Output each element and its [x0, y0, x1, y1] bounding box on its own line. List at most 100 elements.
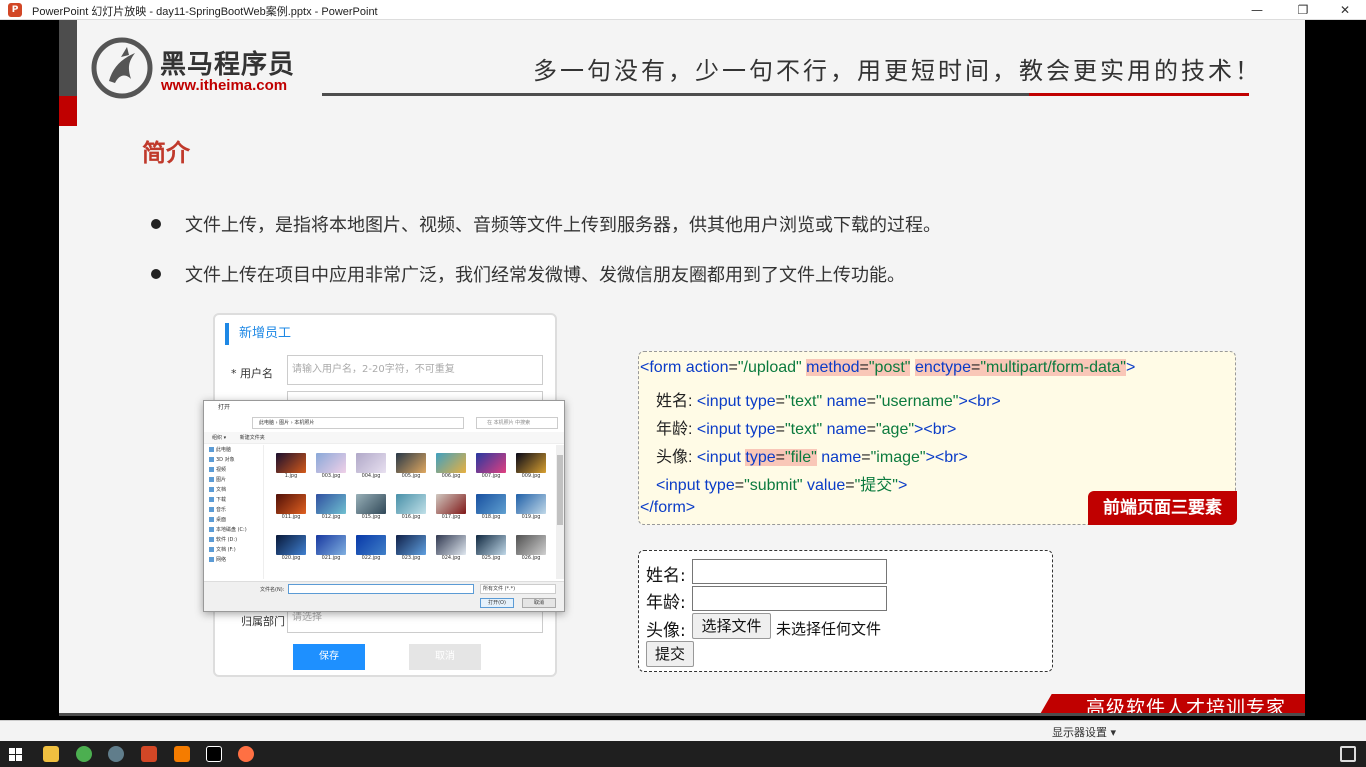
code-line-5: <input type="submit" value="提交">	[656, 471, 907, 495]
image-preview	[396, 494, 426, 514]
file-name: 026.jpg	[521, 555, 541, 561]
app-icon[interactable]	[174, 746, 190, 762]
code-token: >	[1125, 359, 1136, 376]
windows-start-icon[interactable]	[9, 748, 22, 761]
slogan: 多一句没有，少一句不行，用更短时间，教会更实用的技术！	[533, 57, 1262, 85]
form-heading: 新增员工	[225, 323, 291, 345]
chrome-icon[interactable]	[76, 746, 92, 762]
file-name: 021.jpg	[321, 555, 341, 561]
organize-menu[interactable]: 组织 ▾	[212, 435, 226, 441]
submit-button[interactable]: 提交	[646, 641, 694, 667]
code-token: ><br>	[914, 421, 957, 438]
app-icon[interactable]	[238, 746, 254, 762]
file-name: 006.jpg	[441, 473, 461, 479]
image-preview	[356, 494, 386, 514]
dialog-sidebar-item[interactable]: 音乐	[204, 505, 263, 515]
file-thumbnail[interactable]: 023.jpg	[396, 535, 428, 563]
name-label: 姓名:	[646, 566, 686, 586]
code-token: =	[775, 421, 785, 438]
file-thumbnail[interactable]: 011.jpg	[276, 494, 308, 522]
code-token: <input	[696, 393, 746, 410]
code-token: =	[859, 359, 869, 376]
dialog-sidebar-item[interactable]: 此电脑	[204, 445, 263, 455]
file-explorer-icon[interactable]	[43, 746, 59, 762]
code-line-4: 头像: <input type="file" name="image"><br>	[656, 443, 968, 467]
file-thumbnail[interactable]: 026.jpg	[516, 535, 548, 563]
code-token-highlight: "file"	[784, 449, 817, 466]
filetype-select[interactable]: 所有文件 (*.*)	[480, 584, 556, 594]
file-thumbnail[interactable]: 020.jpg	[276, 535, 308, 563]
age-input[interactable]	[692, 586, 887, 611]
itheima-logo-icon	[91, 37, 153, 99]
powerpoint-taskbar-icon[interactable]	[141, 746, 157, 762]
dialog-sidebar-item[interactable]: 文档 (F:)	[204, 545, 263, 555]
code-token: =	[775, 449, 785, 466]
code-token: ><br>	[958, 393, 1001, 410]
file-thumbnail[interactable]: 017.jpg	[436, 494, 468, 522]
image-preview	[436, 453, 466, 473]
choose-file-button[interactable]: 选择文件	[692, 613, 771, 639]
file-name: 012.jpg	[321, 514, 341, 520]
code-token: 年龄:	[656, 421, 697, 438]
intellij-icon[interactable]	[206, 746, 222, 762]
file-thumbnail[interactable]: 016.jpg	[396, 494, 428, 522]
dialog-address-bar[interactable]: 此电脑 › 图片 › 本机照片	[252, 417, 464, 429]
filename-input[interactable]	[288, 584, 474, 594]
username-input[interactable]: 请输入用户名，2-20字符，不可重复	[287, 355, 543, 385]
close-button[interactable]: ✕	[1330, 2, 1360, 18]
dialog-sidebar-item[interactable]: 文档	[204, 485, 263, 495]
file-thumbnail[interactable]: 021.jpg	[316, 535, 348, 563]
file-thumbnail[interactable]: 018.jpg	[476, 494, 508, 522]
dialog-sidebar-item[interactable]: 3D 对象	[204, 455, 263, 465]
file-thumbnail[interactable]: 005.jpg	[396, 453, 428, 481]
file-thumbnail[interactable]: 012.jpg	[316, 494, 348, 522]
file-name: 003.jpg	[321, 473, 341, 479]
file-thumbnail[interactable]: 004.jpg	[356, 453, 388, 481]
save-button[interactable]: 保存	[293, 644, 365, 670]
file-thumbnail[interactable]: 025.jpg	[476, 535, 508, 563]
restore-button[interactable]: ❐	[1288, 2, 1318, 18]
file-name: 005.jpg	[401, 473, 421, 479]
open-button[interactable]: 打开(O)	[480, 598, 514, 608]
file-thumbnail[interactable]: 1.jpg	[276, 453, 308, 481]
dialog-sidebar-item[interactable]: 桌面	[204, 515, 263, 525]
code-token-highlight: method	[806, 359, 860, 376]
name-input[interactable]	[692, 559, 887, 584]
code-token: ><br>	[925, 449, 968, 466]
file-thumbnail[interactable]: 024.jpg	[436, 535, 468, 563]
code-token: "/upload"	[737, 359, 802, 376]
dialog-search-input[interactable]: 在 本机照片 中搜索	[476, 417, 558, 429]
file-thumbnail[interactable]: 019.jpg	[516, 494, 548, 522]
dialog-sidebar-item[interactable]: 本地磁盘 (C:)	[204, 525, 263, 535]
dialog-scrollbar[interactable]	[556, 445, 564, 579]
dialog-sidebar-item[interactable]: 软件 (D:)	[204, 535, 263, 545]
file-thumbnail[interactable]: 003.jpg	[316, 453, 348, 481]
notification-icon[interactable]	[1340, 746, 1356, 762]
image-preview	[516, 453, 546, 473]
file-name: 018.jpg	[481, 514, 501, 520]
avatar-label: 头像:	[646, 621, 686, 641]
minimize-button[interactable]: —	[1242, 2, 1272, 18]
file-thumbnail[interactable]: 015.jpg	[356, 494, 388, 522]
dialog-sidebar-item[interactable]: 视频	[204, 465, 263, 475]
scrollbar-thumb[interactable]	[557, 455, 563, 525]
code-token: =	[728, 359, 738, 376]
file-thumbnail[interactable]: 006.jpg	[436, 453, 468, 481]
cancel-button[interactable]: 取消	[409, 644, 481, 670]
dialog-toolbar: 组织 ▾ 新建文件夹	[204, 432, 564, 444]
file-thumbnail[interactable]: 009.jpg	[516, 453, 548, 481]
file-thumbnail[interactable]: 007.jpg	[476, 453, 508, 481]
code-token: =	[970, 359, 981, 376]
file-name: 009.jpg	[521, 473, 541, 479]
file-name: 023.jpg	[401, 555, 421, 561]
dialog-sidebar-item[interactable]: 下载	[204, 495, 263, 505]
app-icon[interactable]	[108, 746, 124, 762]
dialog-sidebar-item[interactable]: 图片	[204, 475, 263, 485]
slide: 黑马程序员 www.itheima.com 多一句没有，少一句不行，用更短时间，…	[59, 20, 1305, 716]
dialog-cancel-button[interactable]: 取消	[522, 598, 556, 608]
file-thumbnail[interactable]: 022.jpg	[356, 535, 388, 563]
bullet-text: 文件上传，是指将本地图片、视频、音频等文件上传到服务器，供其他用户浏览或下载的过…	[185, 215, 941, 236]
dialog-sidebar-item[interactable]: 网络	[204, 555, 263, 565]
new-folder-button[interactable]: 新建文件夹	[240, 435, 265, 441]
display-settings-button[interactable]: 显示器设置 ▾	[1052, 724, 1116, 740]
